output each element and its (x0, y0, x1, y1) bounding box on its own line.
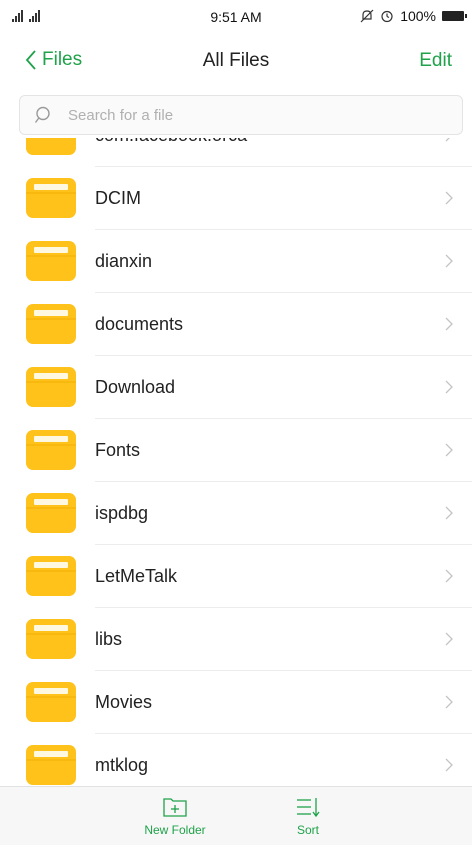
folder-icon (26, 619, 76, 659)
file-name: Fonts (95, 440, 141, 460)
folder-icon (26, 367, 76, 407)
file-list[interactable]: com.facebook.orca DCIM dianxin documents Dow… (0, 138, 472, 786)
mute-icon (360, 9, 374, 23)
new-folder-label: New Folder (144, 823, 206, 837)
file-name: DCIM (95, 188, 141, 208)
file-name: Download (95, 377, 176, 397)
list-item[interactable]: documents (0, 293, 472, 356)
edit-button[interactable]: Edit (419, 50, 452, 72)
chevron-right-icon (445, 191, 453, 205)
battery-percent: 100% (400, 8, 436, 24)
file-name: documents (95, 314, 184, 334)
sort-button[interactable]: Sort (268, 795, 348, 837)
chevron-right-icon (445, 569, 453, 583)
chevron-right-icon (445, 632, 453, 646)
chevron-right-icon (445, 138, 450, 142)
folder-icon (26, 556, 76, 596)
list-item[interactable]: Movies (0, 671, 472, 734)
list-item[interactable]: DCIM (0, 167, 472, 230)
folder-icon (26, 430, 76, 470)
search-bar (0, 90, 472, 138)
file-name: mtklog (95, 755, 149, 775)
search-icon (34, 106, 50, 123)
list-item[interactable]: ispdbg (0, 482, 472, 545)
chevron-right-icon (445, 506, 453, 520)
folder-icon (26, 493, 76, 533)
sort-icon (297, 798, 320, 818)
folder-icon (26, 304, 76, 344)
file-name: Movies (95, 692, 153, 712)
search-input[interactable] (66, 105, 430, 125)
file-name: LetMeTalk (95, 566, 178, 586)
file-name: dianxin (95, 251, 153, 271)
search-box[interactable] (19, 95, 463, 135)
bottom-toolbar: New Folder Sort (0, 786, 472, 845)
file-name: ispdbg (95, 503, 149, 523)
new-folder-button[interactable]: New Folder (135, 795, 215, 837)
page-title: All Files (202, 50, 270, 71)
chevron-right-icon (445, 317, 453, 331)
folder-icon (26, 138, 76, 155)
alarm-icon (381, 10, 393, 23)
chevron-right-icon (445, 443, 453, 457)
file-name: com.facebook.orca (95, 138, 247, 146)
folder-icon (26, 682, 76, 722)
list-item[interactable]: libs (0, 608, 472, 671)
folder-icon (26, 745, 76, 785)
list-item[interactable]: com.facebook.orca (0, 138, 472, 167)
list-item[interactable]: Fonts (0, 419, 472, 482)
folder-icon (26, 178, 76, 218)
list-item[interactable]: Download (0, 356, 472, 419)
list-item[interactable]: mtklog (0, 734, 472, 786)
folder-icon (26, 241, 76, 281)
status-bar: 9:51 AM 100% (0, 0, 472, 34)
chevron-right-icon (445, 380, 453, 394)
nav-bar: Files All Files Edit (0, 34, 472, 90)
file-name: libs (95, 629, 123, 649)
list-item[interactable]: dianxin (0, 230, 472, 293)
chevron-right-icon (445, 758, 453, 772)
sort-label: Sort (296, 823, 319, 837)
new-folder-icon (163, 798, 187, 817)
battery-icon (442, 11, 467, 21)
chevron-right-icon (445, 254, 453, 268)
list-item[interactable]: LetMeTalk (0, 545, 472, 608)
chevron-right-icon (445, 695, 453, 709)
